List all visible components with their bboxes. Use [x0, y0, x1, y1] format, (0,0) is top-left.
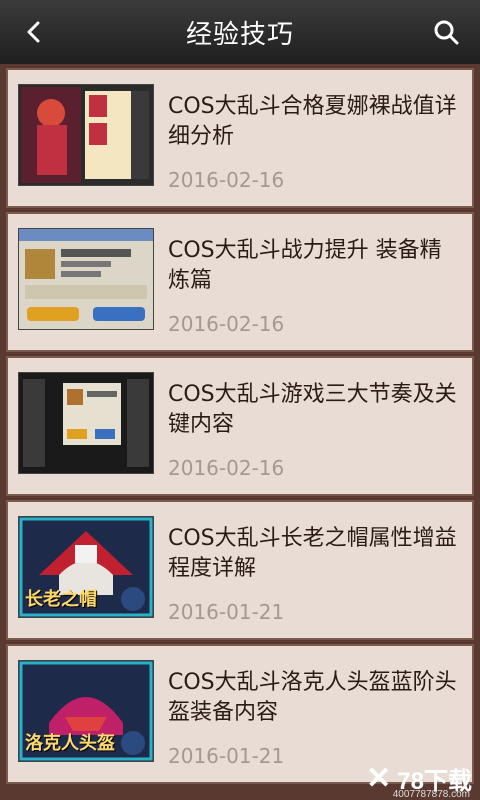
article-thumbnail	[18, 372, 154, 474]
thumbnail-label: 长老之帽	[25, 589, 97, 610]
thumbnail-label: 洛克人头盔	[25, 733, 115, 754]
article-title: COS大乱斗长老之帽属性增益程度详解	[168, 526, 457, 581]
article-title: COS大乱斗洛克人头盔蓝阶头盔装备内容	[168, 670, 457, 725]
article-thumbnail	[18, 228, 154, 330]
list-item[interactable]: COS大乱斗游戏三大节奏及关键内容 2016-02-16	[6, 356, 474, 496]
article-date: 2016-02-16	[168, 456, 285, 480]
list-item[interactable]: COS大乱斗合格夏娜裸战值详细分析 2016-02-16	[6, 68, 474, 208]
article-date: 2016-01-21	[168, 600, 285, 624]
search-icon	[434, 20, 459, 45]
search-button[interactable]	[430, 16, 462, 48]
watermark-phone: 4007787878.com	[392, 789, 470, 800]
article-thumbnail: 洛克人头盔	[18, 660, 154, 762]
article-date: 2016-02-16	[168, 312, 285, 336]
list-item[interactable]: 长老之帽 COS大乱斗长老之帽属性增益程度详解 2016-01-21	[6, 500, 474, 640]
back-button[interactable]	[18, 16, 50, 48]
app-header: 经验技巧	[0, 0, 480, 64]
article-title: COS大乱斗合格夏娜裸战值详细分析	[168, 94, 457, 149]
article-thumbnail: 长老之帽	[18, 516, 154, 618]
article-title: COS大乱斗战力提升 装备精炼篇	[168, 238, 442, 293]
page-title: 经验技巧	[185, 19, 294, 50]
watermark: ✕ 78下载 4007787878.com	[322, 761, 472, 800]
article-date: 2016-01-21	[168, 744, 285, 768]
list-item[interactable]: COS大乱斗战力提升 装备精炼篇 2016-02-16	[6, 212, 474, 352]
article-list: COS大乱斗合格夏娜裸战值详细分析 2016-02-16 COS大乱斗战力提升 …	[0, 64, 480, 800]
watermark-logo-icon: ✕	[366, 761, 392, 795]
article-date: 2016-02-16	[168, 168, 285, 192]
article-thumbnail	[18, 84, 154, 186]
article-title: COS大乱斗游戏三大节奏及关键内容	[168, 382, 457, 437]
back-arrow-icon	[27, 21, 40, 43]
